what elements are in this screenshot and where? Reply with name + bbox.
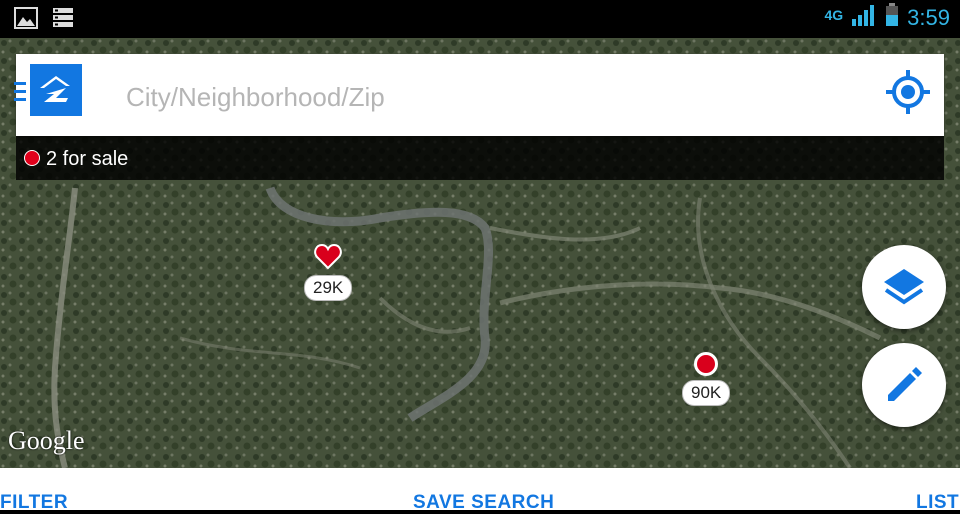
battery-icon [885,3,899,32]
bottom-action-bar: FILTER SAVE SEARCH LIST [0,468,960,513]
listing-price-label: 29K [304,275,353,301]
results-count-bar: 2 for sale [16,136,944,180]
google-attribution: Google [8,426,85,455]
map-layers-button[interactable] [862,245,946,329]
search-input[interactable] [124,76,848,118]
clock: 3:59 [907,4,950,30]
save-search-button[interactable]: SAVE SEARCH [413,492,554,514]
for-sale-dot-icon [694,352,719,376]
favorite-listing-marker[interactable]: 29K [304,243,353,301]
filter-button[interactable]: FILTER [0,492,68,514]
listing-price-label: 90K [682,380,731,406]
list-button[interactable]: LIST [916,492,959,514]
pencil-icon [888,367,922,401]
layers-icon [884,269,924,305]
network-type-label: 4G [824,6,844,23]
results-count-text: 2 for sale [46,148,129,170]
status-bar: 4G 3:59 [0,0,960,38]
menu-icon[interactable] [14,82,26,106]
zillow-logo-icon[interactable] [30,64,82,116]
locate-me-icon[interactable] [884,68,932,116]
for-sale-listing-marker[interactable]: 90K [682,352,731,406]
search-bar [14,54,944,136]
signal-icon [851,3,877,32]
heart-icon [304,243,352,275]
draw-search-button[interactable] [862,343,946,427]
storage-icon [52,7,74,34]
gallery-icon [14,7,38,34]
for-sale-dot-icon [24,150,40,166]
